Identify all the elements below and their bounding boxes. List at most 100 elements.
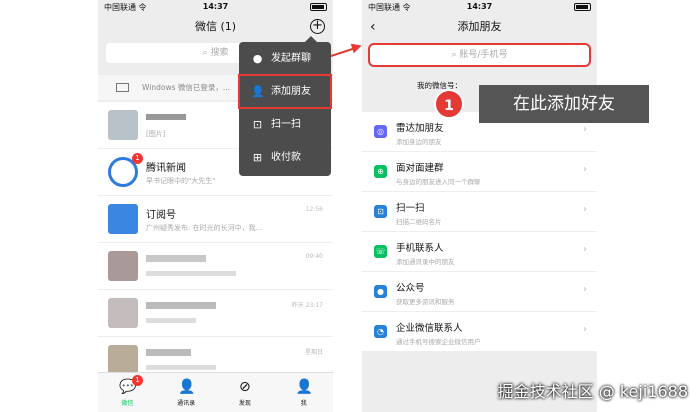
my-wechat-label: 我的微信号： (417, 81, 462, 90)
menu-item-label: 发起群聊 (271, 53, 311, 64)
menu-item-label: 添加朋友 (271, 86, 311, 97)
official-accounts-row[interactable]: ● 公众号 获取更多资讯和服务 › (362, 272, 597, 312)
page-title: 微信 (1) (194, 20, 237, 33)
redacted-name (146, 349, 191, 356)
wecom-icon: ◔ (374, 325, 387, 338)
row-title: 公众号 (396, 283, 425, 294)
row-title: 雷达加朋友 (396, 123, 444, 134)
add-person-icon: 👤 (251, 85, 265, 98)
tab-badge: 1 (132, 375, 143, 386)
tab-bar: 💬 1 微信 👤 通讯录 ⊘ 发现 👤 我 (98, 372, 333, 412)
avatar (108, 298, 138, 328)
tab-label: 我 (300, 400, 307, 407)
plus-icon[interactable]: + (310, 19, 325, 34)
tab-chats[interactable]: 💬 1 微信 (98, 373, 157, 412)
chat-bubble-icon: ● (252, 52, 263, 65)
tab-label: 通讯录 (177, 400, 196, 407)
nav-bar: ‹ 添加朋友 (362, 14, 597, 40)
face-to-face-group-row[interactable]: ⊕ 面对面建群 与身边的朋友进入同一个群聊 › (362, 152, 597, 192)
account-search-input[interactable]: ⌕ 账号/手机号 (368, 43, 591, 67)
avatar (108, 345, 138, 375)
scan-icon: ⊡ (252, 118, 263, 131)
phone-contacts-icon: ☏ (374, 245, 387, 258)
tab-label: 微信 (121, 400, 134, 407)
row-subtitle: 与身边的朋友进入同一个群聊 (396, 178, 481, 186)
scan-row[interactable]: ⊡ 扫一扫 扫描二维码名片 › (362, 192, 597, 232)
row-subtitle: 获取更多资讯和服务 (396, 298, 455, 306)
tab-contacts[interactable]: 👤 通讯录 (157, 373, 216, 412)
unread-badge: 1 (132, 153, 143, 164)
chevron-right-icon: › (583, 124, 587, 135)
chevron-right-icon: › (583, 164, 587, 175)
chevron-right-icon: › (583, 284, 587, 295)
phone-contacts-row[interactable]: ☏ 手机联系人 添加通讯录中的朋友 › (362, 232, 597, 272)
plus-popup-menu: ● 发起群聊 👤 添加朋友 ⊡ 扫一扫 ⊞ 收付款 (238, 36, 332, 176)
list-item[interactable]: 订阅号 广州疑秀发布: 在时光的长河中，我... 12:56 (98, 196, 333, 243)
list-item[interactable]: 昨天 23:17 (98, 290, 333, 337)
annotation-callout: 在此添加好友 (479, 85, 649, 123)
banner-text: Windows 微信已登录，... (142, 83, 231, 92)
redacted-preview (146, 318, 196, 323)
payment-icon: ⊞ (252, 151, 263, 164)
step-number-badge: 1 (434, 89, 464, 119)
list-item[interactable]: 09:40 (98, 243, 333, 290)
person-icon: 👤 (295, 379, 314, 395)
row-title: 手机联系人 (396, 243, 444, 254)
menu-item-group-chat[interactable]: ● 发起群聊 (239, 42, 331, 75)
menu-item-label: 扫一扫 (271, 119, 301, 130)
avatar (108, 251, 138, 281)
row-subtitle: 通过手机号搜索企业微信用户 (396, 338, 481, 346)
subscription-icon (108, 204, 138, 234)
redacted-preview (146, 271, 236, 276)
redacted-name (146, 114, 186, 120)
avatar (108, 110, 138, 140)
radar-icon: ◎ (374, 125, 387, 138)
page-title: 添加朋友 (457, 20, 502, 33)
chat-preview: 广州疑秀发布: 在时光的长河中，我... (146, 224, 263, 232)
scan-icon: ⊡ (374, 205, 387, 218)
menu-item-label: 收付款 (271, 152, 301, 163)
row-title: 面对面建群 (396, 163, 444, 174)
chat-time: 12:56 (305, 206, 323, 213)
chat-time: 星期日 (304, 349, 323, 356)
row-subtitle: 扫描二维码名片 (396, 218, 442, 226)
wecom-contacts-row[interactable]: ◔ 企业微信联系人 通过手机号搜索企业微信用户 › (362, 312, 597, 352)
chevron-right-icon: › (583, 324, 587, 335)
redacted-name (146, 255, 206, 262)
menu-item-add-friend[interactable]: 👤 添加朋友 (238, 74, 332, 109)
row-title: 企业微信联系人 (396, 323, 463, 334)
row-subtitle: 添加身边的朋友 (396, 138, 442, 146)
clock: 14:37 (466, 2, 493, 11)
chat-name: 腾讯新闻 (146, 163, 186, 174)
search-placeholder: 搜索 (210, 48, 229, 58)
nav-bar: 微信 (1) + (98, 14, 333, 40)
chevron-right-icon: › (583, 244, 587, 255)
row-title: 扫一扫 (396, 203, 425, 214)
watermark: 掘金技术社区 @ keji1688 (497, 382, 688, 401)
tab-me[interactable]: 👤 我 (274, 373, 333, 412)
clock: 14:37 (202, 2, 229, 11)
group-icon: ⊕ (374, 165, 387, 178)
search-placeholder: 账号/手机号 (459, 50, 508, 60)
chat-preview: 早书记眼中的"大先生" (146, 177, 216, 185)
status-bar: 中国联通 令 14:37 (98, 0, 333, 14)
menu-item-scan[interactable]: ⊡ 扫一扫 (239, 108, 331, 141)
official-account-icon: ● (374, 285, 387, 298)
tab-discover[interactable]: ⊘ 发现 (216, 373, 275, 412)
redacted-preview (146, 365, 216, 370)
contacts-icon: 👤 (178, 379, 196, 395)
chat-name: 订阅号 (146, 210, 176, 221)
compass-icon: ⊘ (239, 379, 251, 395)
row-subtitle: 添加通讯录中的朋友 (396, 258, 455, 266)
monitor-icon (116, 83, 129, 92)
redacted-name (146, 302, 216, 309)
menu-item-payment[interactable]: ⊞ 收付款 (239, 141, 331, 174)
battery-icon (310, 3, 327, 11)
chat-time: 09:40 (305, 253, 323, 260)
back-chevron-icon[interactable]: ‹ (370, 14, 376, 40)
my-wechat-id: 我的微信号： (417, 80, 462, 91)
battery-icon (574, 3, 591, 11)
tab-label: 发现 (238, 400, 251, 407)
chat-time: 昨天 23:17 (291, 302, 323, 309)
status-bar: 中国联通 令 14:37 (362, 0, 597, 14)
